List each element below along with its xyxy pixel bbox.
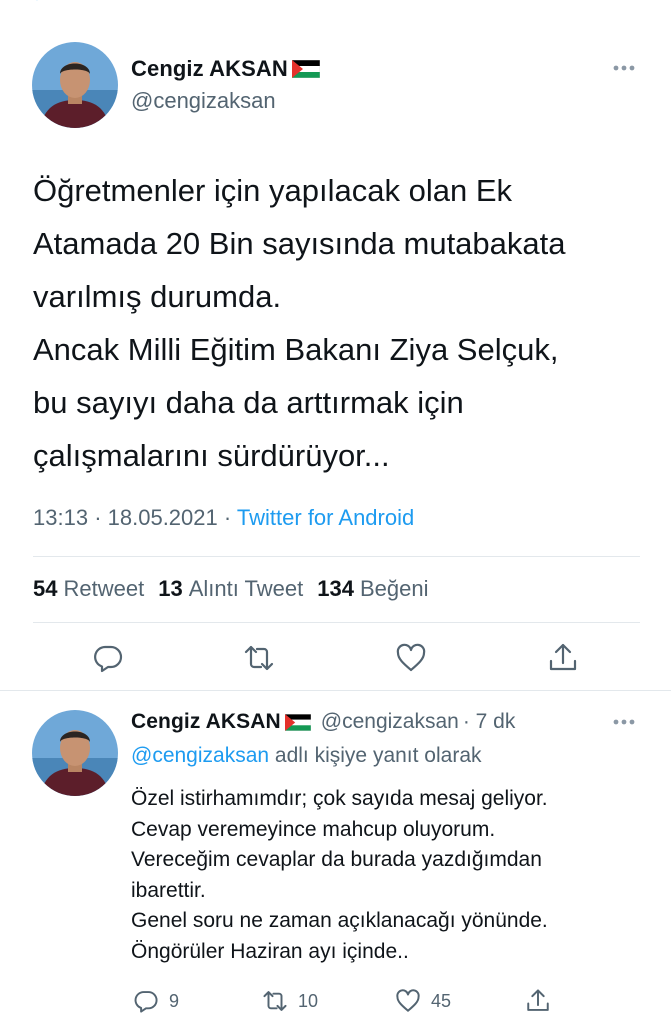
reply-text-line: Cevap veremeyince mahcup oluyorum. [131, 817, 496, 841]
author-display-name[interactable]: Cengiz AKSAN [131, 56, 288, 82]
tweet-stats: 54 Retweet 13 Alıntı Tweet 134 Beğeni [33, 576, 442, 602]
retweet-button[interactable] [243, 642, 275, 674]
divider [33, 556, 640, 557]
reply-share-button[interactable] [525, 988, 561, 1014]
reply-time-ago: · 7 dk [462, 710, 516, 733]
reply-author-avatar[interactable] [32, 710, 118, 796]
more-options-icon[interactable] [612, 718, 636, 726]
tweet-time: 13:13 [33, 505, 89, 530]
reply-button[interactable] [92, 642, 124, 674]
tweet-date: 18.05.2021 [107, 505, 218, 530]
tweet-text-line: Ancak Milli Eğitim Bakanı Ziya Selçuk, [33, 332, 559, 367]
retweet-count: 10 [298, 990, 319, 1011]
share-button[interactable] [547, 642, 579, 674]
tweet-text-line: Öğretmenler için yapılacak olan Ek [33, 173, 513, 208]
meta-separator: · [223, 505, 232, 530]
tweet-text-line: bu sayıyı daha da arttırmak için [33, 385, 464, 420]
like-button[interactable] [395, 642, 427, 674]
retweet-label: Retweet [63, 576, 145, 601]
reply-action-bar: 9 10 45 [0, 988, 671, 1016]
tweet-source-link[interactable]: Twitter for Android [237, 505, 414, 530]
reply-text-line: Özel istirhamımdır; çok sayıda mesaj gel… [131, 787, 548, 810]
tweet-text-line: Atamada 20 Bin sayısında mutabakata [33, 226, 566, 261]
replying-to-mention[interactable]: @cengizaksan [131, 744, 269, 767]
palestine-flag-icon [284, 713, 311, 731]
quote-stat[interactable]: 13 Alıntı Tweet [158, 576, 303, 602]
reply-like-button[interactable]: 45 [395, 988, 451, 1014]
author-avatar[interactable] [32, 42, 118, 128]
author-handle[interactable]: @cengizaksan [131, 88, 276, 114]
reply-author-row[interactable]: Cengiz AKSAN @cengizaksan · 7 dk [131, 710, 515, 734]
reply-author-display-name[interactable]: Cengiz AKSAN [131, 710, 281, 734]
like-count: 45 [431, 990, 452, 1011]
tweet-action-bar [0, 642, 671, 678]
reply-text-line: Öngörüler Haziran ayı içinde.. [131, 939, 409, 963]
meta-separator: · [94, 505, 102, 530]
retweet-stat[interactable]: 54 Retweet [33, 576, 144, 602]
retweet-icon [244, 645, 274, 671]
reply-text-line: Genel soru ne zaman açıklanacağı yönünde… [131, 909, 548, 932]
replying-to: @cengizaksan adlı kişiye yanıt olarak [131, 744, 482, 768]
like-count: 134 [317, 576, 354, 601]
palestine-flag-icon [291, 60, 320, 78]
reply-text: Özel istirhamımdır; çok sayıda mesaj gel… [131, 784, 651, 967]
author-name-row[interactable]: Cengiz AKSAN [131, 56, 320, 82]
tweet-text-line: çalışmalarını sürdürüyor... [33, 438, 390, 473]
divider [33, 622, 640, 623]
like-label: Beğeni [359, 576, 429, 601]
reply-author-handle[interactable]: @cengizaksan [321, 710, 459, 734]
like-icon [396, 643, 426, 672]
reply-text-line: Vereceğim cevaplar da burada yazdığımdan [131, 848, 542, 871]
quote-label: Alıntı Tweet [188, 576, 304, 601]
retweet-count: 54 [33, 576, 58, 601]
tweet-meta: 13:13 · 18.05.2021 · Twitter for Android [33, 505, 414, 531]
retweet-icon [263, 991, 287, 1011]
reply-icon [94, 645, 123, 673]
share-icon [527, 989, 549, 1011]
section-divider [0, 690, 671, 691]
tweet-text-line: varılmış durumda. [33, 279, 282, 314]
chevron-icon [36, 0, 38, 1]
reply-icon [134, 991, 158, 1013]
like-icon [396, 989, 420, 1012]
more-options-icon[interactable] [612, 64, 636, 72]
tweet-text: Öğretmenler için yapılacak olan Ek Atama… [33, 164, 643, 482]
reply-reply-button[interactable]: 9 [133, 988, 179, 1014]
replying-to-suffix: adlı kişiye yanıt olarak [274, 744, 482, 767]
reply-text-line: ibarettir. [131, 878, 206, 902]
reply-retweet-button[interactable]: 10 [262, 988, 318, 1014]
quote-count: 13 [158, 576, 183, 601]
like-stat[interactable]: 134 Beğeni [317, 576, 428, 602]
reply-count: 9 [169, 990, 180, 1011]
share-icon [549, 643, 577, 671]
